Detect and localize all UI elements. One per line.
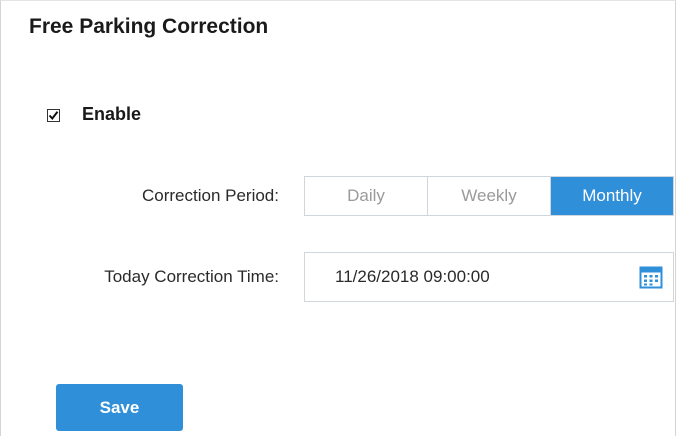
enable-checkbox[interactable] bbox=[47, 109, 60, 122]
correction-time-input[interactable] bbox=[333, 266, 617, 288]
free-parking-correction-panel: Free Parking Correction Enable Correctio… bbox=[0, 0, 676, 436]
correction-time-label: Today Correction Time: bbox=[104, 267, 279, 286]
calendar-icon[interactable] bbox=[639, 265, 663, 294]
correction-period-label: Correction Period: bbox=[141, 186, 279, 205]
checkmark-icon bbox=[48, 111, 59, 121]
enable-label: Enable bbox=[82, 104, 142, 124]
period-option-weekly[interactable]: Weekly bbox=[427, 177, 550, 215]
save-button[interactable]: Save bbox=[56, 384, 183, 431]
period-option-monthly[interactable]: Monthly bbox=[550, 177, 673, 215]
period-option-daily[interactable]: Daily bbox=[305, 177, 427, 215]
panel-title: Free Parking Correction bbox=[29, 15, 269, 38]
enable-row: Enable bbox=[47, 104, 141, 125]
correction-time-field bbox=[304, 252, 674, 302]
correction-period-selector: Daily Weekly Monthly bbox=[304, 176, 674, 216]
